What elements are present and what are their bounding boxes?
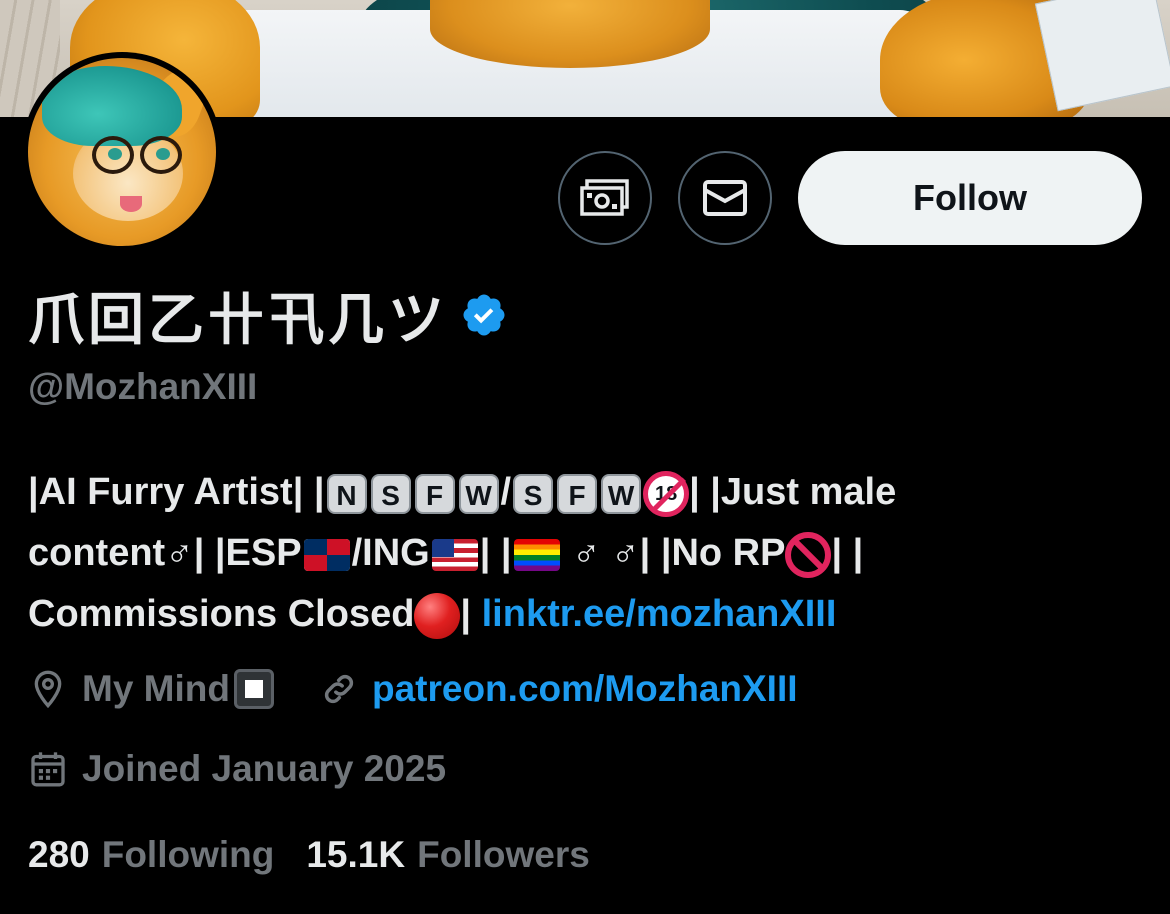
key-n: N	[326, 473, 367, 514]
no-under-18-icon: 18	[643, 470, 690, 517]
bio-text: /ING	[351, 532, 430, 574]
us-flag-icon	[431, 538, 478, 571]
following-count: 280	[28, 834, 90, 875]
bio-text: | |	[479, 532, 512, 574]
message-button[interactable]	[678, 151, 772, 245]
key-f2: F	[557, 473, 598, 514]
avatar-image	[28, 58, 216, 246]
bio-text: |	[460, 593, 482, 635]
avatar-tongue	[120, 196, 142, 212]
calendar-icon	[31, 752, 65, 787]
avatar-hair	[42, 66, 182, 146]
envelope-icon	[703, 180, 747, 216]
money-icon	[580, 179, 629, 216]
joined-row: Joined January 2025	[28, 748, 446, 790]
followers-label: Followers	[417, 834, 590, 875]
followers-count: 15.1K	[306, 834, 406, 875]
following-label: Following	[101, 834, 275, 875]
bio-text: |AI Furry Artist| |	[28, 471, 325, 513]
bio-line-2: content♂| |ESP/ING | | ♂ ♂| |No RP | |	[28, 523, 1148, 584]
website-link[interactable]: patreon.com/MozhanXIII	[372, 668, 798, 710]
follow-counts: 280 Following 15.1K Followers	[28, 834, 590, 876]
key-s2: S	[513, 473, 554, 514]
bio-line-1: |AI Furry Artist| | N S F W / S F W 18 | |Just mal…	[28, 462, 1148, 523]
key-f: F	[414, 473, 455, 514]
follow-button[interactable]: Follow	[798, 151, 1142, 245]
avatar-eye-right	[156, 148, 170, 160]
avatar-eye-left	[108, 148, 122, 160]
location-pin-icon	[34, 670, 62, 709]
bio-text: | |	[831, 532, 864, 574]
link-icon	[324, 674, 354, 704]
bio-text: ♂ ♂| |No RP	[572, 532, 786, 574]
bio: |AI Furry Artist| | N S F W / S F W 18 | |Just mal…	[28, 462, 1148, 645]
followers-link[interactable]: 15.1K Followers	[306, 834, 589, 876]
red-circle-icon	[414, 592, 461, 639]
display-name-row: 爪回乙卄卂几ツ	[28, 280, 508, 353]
bio-line-3: Commissions Closed | linktr.ee/mozhanXIII	[28, 584, 1148, 645]
avatar[interactable]	[22, 52, 222, 252]
key-s: S	[370, 473, 411, 514]
location-text: My Mind	[82, 668, 230, 709]
bio-link[interactable]: linktr.ee/mozhanXIII	[482, 593, 837, 635]
key-w: W	[458, 473, 499, 514]
location-website-row: My Mind patreon.com/MozhanXIII	[28, 668, 798, 710]
bio-slash: /	[500, 471, 512, 513]
display-name: 爪回乙卄卂几ツ	[28, 287, 448, 353]
rainbow-flag-icon	[513, 538, 560, 571]
bio-text: | |Just male	[689, 471, 897, 513]
verified-badge-icon[interactable]	[460, 291, 508, 339]
key-w2: W	[601, 473, 642, 514]
joined-date: Joined January 2025	[82, 748, 447, 789]
bio-text: content♂| |ESP	[28, 532, 302, 574]
prohibited-icon	[785, 531, 832, 578]
dominican-flag-icon	[303, 538, 350, 571]
banner-paper	[1034, 0, 1170, 112]
following-link[interactable]: 280 Following	[28, 834, 274, 876]
bio-text: Commissions Closed	[28, 593, 415, 635]
white-square-icon	[233, 669, 274, 709]
tip-button[interactable]	[558, 151, 652, 245]
handle: @MozhanXIII	[28, 366, 258, 407]
